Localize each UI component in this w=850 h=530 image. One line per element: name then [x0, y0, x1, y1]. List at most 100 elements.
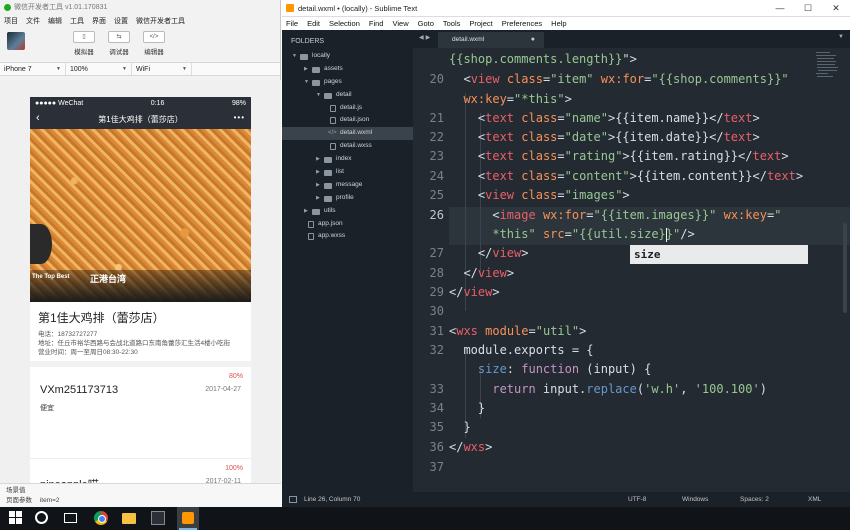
- scrollbar-thumb[interactable]: [843, 223, 847, 313]
- close-button[interactable]: ✕: [822, 0, 850, 17]
- menu-project[interactable]: Project: [469, 19, 492, 28]
- line-endings[interactable]: Windows: [682, 496, 708, 503]
- menu-wechat-devtools[interactable]: 微信开发者工具: [136, 16, 185, 26]
- sign-text-left: The Top Best: [32, 274, 70, 280]
- device-value: iPhone 7: [4, 65, 32, 73]
- simulator-area: ●●●●● WeChat 0:16 98% ‹ 第1佳大鸡排（蕾莎店） ••• …: [0, 80, 281, 491]
- menu-file[interactable]: 文件: [26, 16, 40, 26]
- tree-label: assets: [324, 64, 343, 72]
- tree-folder-detail[interactable]: ▼ detail: [282, 89, 413, 102]
- menu-file[interactable]: File: [286, 19, 298, 28]
- tree-folder-profile[interactable]: ▶ profile: [282, 192, 413, 205]
- tree-file-app-wxss[interactable]: app.wxss: [282, 230, 413, 243]
- editor-label: 编辑器: [144, 49, 164, 56]
- menu-tools[interactable]: 工具: [70, 16, 84, 26]
- indentation[interactable]: Spaces: 2: [740, 496, 769, 503]
- sublime-titlebar: detail.wxml • (locally) - Sublime Text —…: [282, 0, 850, 17]
- menu-tools[interactable]: Tools: [443, 19, 461, 28]
- panel-toggle-icon[interactable]: [289, 496, 297, 503]
- menu-selection[interactable]: Selection: [329, 19, 360, 28]
- devtools-title: 微信开发者工具 v1.01.170831: [14, 4, 108, 11]
- tree-folder-list[interactable]: ▶ list: [282, 166, 413, 179]
- tree-file-app-json[interactable]: app.json: [282, 218, 413, 231]
- tab-menu-icon[interactable]: ▼: [838, 34, 844, 40]
- tree-label: profile: [336, 193, 354, 201]
- line-number: 20: [429, 72, 444, 86]
- file-explorer-icon[interactable]: [122, 513, 136, 524]
- tree-file-detail-wxss[interactable]: detail.wxss: [282, 140, 413, 153]
- menu-goto[interactable]: Goto: [418, 19, 434, 28]
- search-icon[interactable]: [35, 511, 48, 524]
- network-select[interactable]: WiFi ▼: [132, 63, 192, 75]
- params-value: item=2: [39, 497, 60, 504]
- shop-phone[interactable]: 电话：18732727277: [38, 330, 243, 339]
- tree-file-detail-wxml[interactable]: </> detail.wxml: [282, 127, 413, 141]
- tree-folder-pages[interactable]: ▼ pages: [282, 76, 413, 89]
- avatar[interactable]: [7, 32, 25, 50]
- tree-label: pages: [324, 77, 342, 85]
- tab-nav-arrows-icon[interactable]: ◀▶: [419, 34, 432, 41]
- minimap[interactable]: [814, 48, 840, 492]
- tree-folder-message[interactable]: ▶ message: [282, 179, 413, 192]
- menu-edit[interactable]: Edit: [307, 19, 320, 28]
- wechat-devtools-icon[interactable]: [151, 511, 165, 525]
- line-number: 22: [429, 130, 444, 144]
- task-view-icon[interactable]: [64, 513, 77, 523]
- menu-help[interactable]: Help: [551, 19, 566, 28]
- sublime-logo-icon: [286, 4, 294, 12]
- comment-rating: 80%: [228, 373, 243, 380]
- vertical-scrollbar[interactable]: [842, 48, 848, 492]
- unsaved-dot-icon[interactable]: ●: [531, 36, 535, 43]
- folders-header: FOLDERS: [291, 38, 325, 45]
- expanded-arrow-icon: ▼: [292, 53, 297, 59]
- menu-edit[interactable]: 编辑: [48, 16, 62, 26]
- autocomplete-popup[interactable]: size: [630, 245, 808, 264]
- tree-folder-utils[interactable]: ▶ utils: [282, 205, 413, 218]
- syntax[interactable]: XML: [808, 496, 821, 503]
- line-number: 21: [429, 111, 444, 125]
- comment-date: 2017-04-27: [205, 386, 241, 393]
- menu-interface[interactable]: 界面: [92, 16, 106, 26]
- chrome-icon[interactable]: [94, 511, 108, 525]
- folder-icon: [300, 54, 308, 60]
- tree-label: detail.json: [340, 116, 370, 124]
- tree-folder-locally[interactable]: ▼ locally: [282, 50, 413, 63]
- menu-preferences[interactable]: Preferences: [502, 19, 542, 28]
- simulator-options: iPhone 7 ▼ 100% ▼ WiFi ▼: [0, 62, 280, 76]
- menu-view[interactable]: View: [392, 19, 408, 28]
- debugger-button[interactable]: ⇆ 调试器: [101, 31, 137, 56]
- code-line: module.exports = {: [449, 343, 594, 357]
- tree-folder-index[interactable]: ▶ index: [282, 153, 413, 166]
- start-icon[interactable]: [9, 511, 23, 525]
- line-number: 35: [429, 420, 444, 434]
- autocomplete-item[interactable]: size: [634, 248, 661, 261]
- code-line: size: function (input) {: [449, 362, 652, 376]
- device-select[interactable]: iPhone 7 ▼: [0, 63, 66, 75]
- simulator-button[interactable]: ▯ 模拟器: [66, 31, 102, 56]
- maximize-button[interactable]: ☐: [794, 0, 822, 17]
- menu-settings[interactable]: 设置: [114, 16, 128, 26]
- menu-find[interactable]: Find: [369, 19, 384, 28]
- back-icon[interactable]: ‹: [36, 112, 40, 124]
- clock: 0:16: [150, 99, 165, 107]
- scene-label: 场景值: [6, 487, 26, 494]
- tab-detail-wxml[interactable]: detail.wxml ●: [438, 32, 544, 48]
- code-editor[interactable]: {{shop.comments.length}}"> <view class="…: [449, 48, 809, 492]
- zoom-select[interactable]: 100% ▼: [66, 63, 132, 75]
- tree-label: app.json: [318, 219, 343, 227]
- phone-icon: ▯: [73, 31, 95, 43]
- chevron-down-icon: ▼: [182, 66, 187, 72]
- editor-button[interactable]: </> 编辑器: [136, 31, 172, 56]
- collapsed-arrow-icon: ▶: [304, 65, 308, 72]
- encoding[interactable]: UTF-8: [628, 496, 646, 503]
- file-icon: [330, 104, 336, 112]
- minimize-button[interactable]: —: [766, 0, 794, 17]
- tree-file-detail-json[interactable]: detail.json: [282, 114, 413, 127]
- sublime-text-icon[interactable]: [177, 507, 199, 530]
- more-icon[interactable]: •••: [234, 113, 245, 122]
- menu-project[interactable]: 项目: [4, 16, 18, 26]
- tree-label: detail.wxss: [340, 142, 372, 150]
- tree-file-detail-js[interactable]: detail.js: [282, 102, 413, 115]
- tree-folder-assets[interactable]: ▶ assets: [282, 63, 413, 76]
- line-number: 26: [429, 208, 444, 222]
